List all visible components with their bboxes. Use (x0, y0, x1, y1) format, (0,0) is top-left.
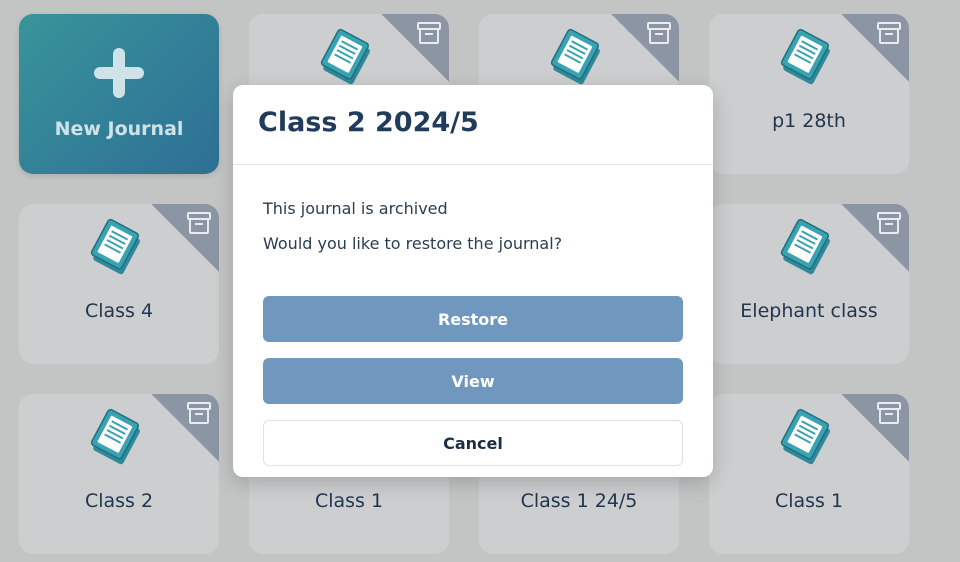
journal-card[interactable]: Elephant class (709, 204, 909, 364)
archive-box-icon (187, 212, 211, 234)
journal-stack-icon (90, 218, 140, 275)
journal-stack-icon (780, 408, 830, 465)
journal-card-label: p1 28th (772, 110, 846, 132)
journal-stack-icon (90, 408, 140, 465)
archived-corner (381, 14, 449, 82)
archive-box-icon (187, 402, 211, 424)
journal-stack-icon (780, 28, 830, 85)
restore-button[interactable]: Restore (263, 296, 683, 342)
new-journal-label: New Journal (54, 118, 184, 140)
plus-icon (94, 48, 144, 98)
dialog-divider (233, 164, 713, 165)
view-button[interactable]: View (263, 358, 683, 404)
archived-corner (151, 204, 219, 272)
new-journal-card[interactable]: New Journal (19, 14, 219, 174)
journal-card[interactable]: p1 28th (709, 14, 909, 174)
archive-box-icon (877, 22, 901, 44)
archived-corner (841, 394, 909, 462)
archived-corner (611, 14, 679, 82)
journal-card-label: Class 1 (774, 490, 844, 512)
journal-card-label: Class 2 (84, 490, 154, 512)
archived-message: This journal is archived (263, 199, 448, 218)
archive-box-icon (877, 212, 901, 234)
journal-stack-icon (550, 28, 600, 85)
archived-corner (841, 14, 909, 82)
cancel-button[interactable]: Cancel (263, 420, 683, 466)
journal-card-label: Class 1 (314, 490, 384, 512)
journal-card[interactable]: Class 4 (19, 204, 219, 364)
restore-journal-dialog: Class 2 2024/5 This journal is archived … (233, 85, 713, 477)
journal-card-label: Class 1 24/5 (520, 490, 638, 512)
dialog-title: Class 2 2024/5 (258, 107, 479, 138)
journal-card[interactable]: Class 2 (19, 394, 219, 554)
archive-box-icon (877, 402, 901, 424)
journal-stack-icon (320, 28, 370, 85)
restore-question: Would you like to restore the journal? (263, 234, 563, 253)
archive-box-icon (647, 22, 671, 44)
archived-corner (841, 204, 909, 272)
journal-card-label: Elephant class (740, 300, 878, 322)
journal-card-label: Class 4 (84, 300, 154, 322)
archived-corner (151, 394, 219, 462)
archive-box-icon (417, 22, 441, 44)
journal-card[interactable]: Class 1 (709, 394, 909, 554)
journal-stack-icon (780, 218, 830, 275)
